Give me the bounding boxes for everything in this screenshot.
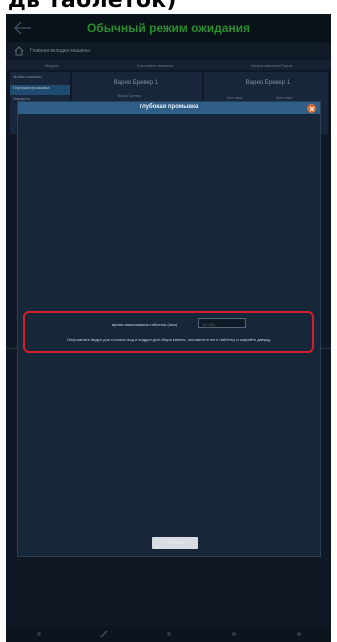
bottom-nav bbox=[6, 626, 331, 642]
dialog-header: глубокая промывка bbox=[18, 102, 320, 114]
subbar-text: Главная вкладка машины bbox=[30, 48, 90, 54]
columns-head: Модель Состояние машины Запуск машины/Па… bbox=[6, 60, 331, 70]
close-icon[interactable] bbox=[307, 104, 316, 113]
column-start: Запуск машины/Пауза bbox=[250, 62, 293, 68]
nav-icon-5[interactable] bbox=[292, 629, 306, 639]
start-button[interactable]: Начать bbox=[152, 537, 198, 549]
soak-time-label: время замачивания таблетки (мин) bbox=[112, 322, 178, 327]
nav-icon-1[interactable] bbox=[32, 629, 46, 639]
nav-icon-2[interactable] bbox=[97, 629, 111, 639]
bg-right-title: Варио Бревер 1 bbox=[245, 80, 291, 86]
instruction-text: Опорожните ведро для сточных вод и поддо… bbox=[66, 337, 272, 342]
sidebar-item-wash[interactable]: Мойка машины bbox=[10, 74, 70, 84]
app-header: Обычный режим ожидания bbox=[6, 14, 331, 42]
bg-right-sub-1: Заготовка bbox=[226, 96, 243, 100]
bg-right-sub-2: Заготовка bbox=[276, 96, 293, 100]
dialog-title: глубокая промывка bbox=[139, 104, 199, 110]
subbar: Главная вкладка машины bbox=[6, 42, 331, 60]
nav-icon-4[interactable] bbox=[227, 629, 241, 639]
nav-icon-3[interactable] bbox=[162, 629, 176, 639]
top-caption: дь таблеток) bbox=[0, 0, 337, 14]
home-icon[interactable] bbox=[14, 46, 24, 56]
sidebar-item-deep-rinse[interactable]: Глубокая промывка bbox=[10, 85, 70, 95]
bg-left-title: Варио Бревер 1 bbox=[113, 80, 159, 86]
column-status: Состояние машины bbox=[136, 62, 174, 68]
start-button-label: Начать bbox=[166, 540, 184, 546]
caption-text: дь таблеток) bbox=[8, 0, 177, 13]
soak-time-input[interactable] bbox=[198, 318, 246, 328]
header-title: Обычный режим ожидания bbox=[86, 21, 251, 35]
highlight-outline bbox=[23, 311, 314, 353]
column-model: Модель bbox=[44, 62, 60, 68]
bg-left-sub: Варио Бревер bbox=[118, 94, 142, 98]
